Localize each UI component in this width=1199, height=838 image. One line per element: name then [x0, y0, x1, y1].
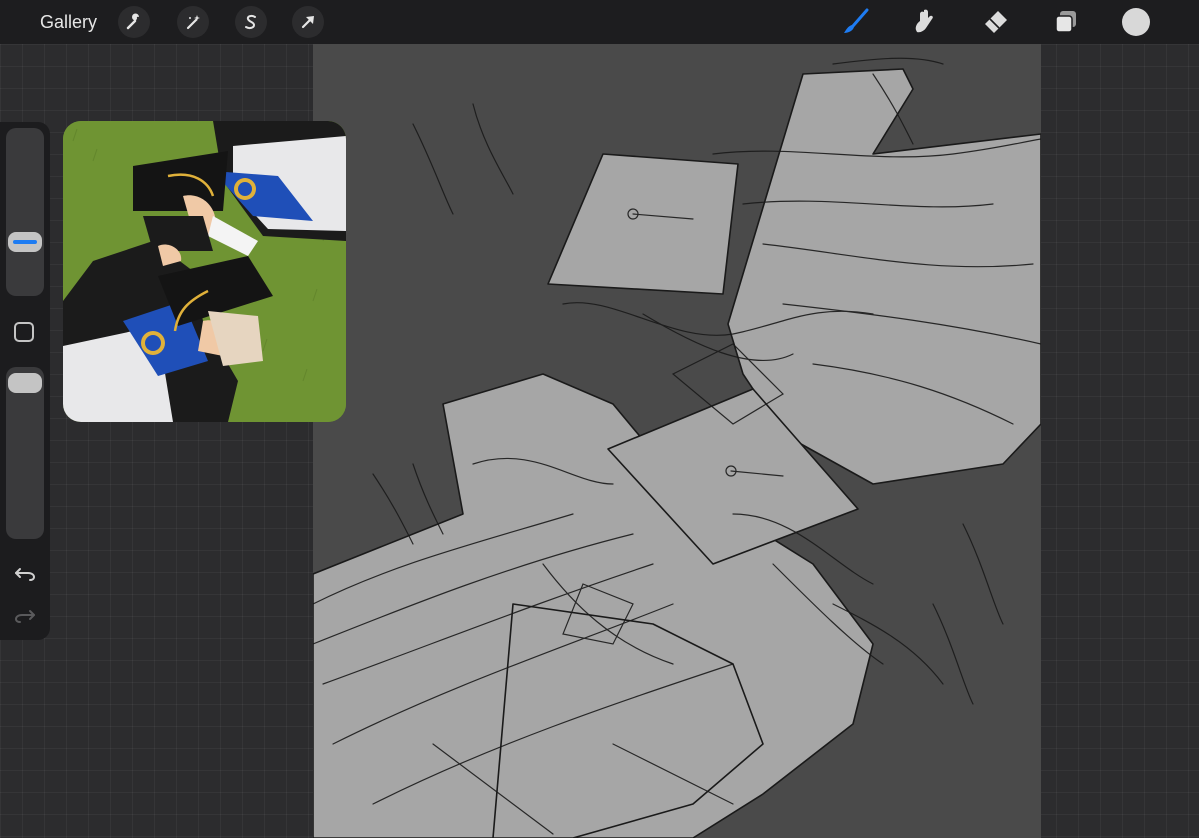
redo-icon: [14, 610, 35, 623]
magic-wand-icon: [186, 15, 200, 30]
adjustments-button[interactable]: [177, 6, 209, 38]
sketch-artwork: [313, 57, 1041, 838]
color-picker-button[interactable]: [1122, 8, 1150, 36]
eraser-icon: [985, 11, 1007, 33]
redo-button[interactable]: [12, 604, 38, 626]
top-toolbar: Gallery: [0, 0, 1199, 44]
modify-button[interactable]: [14, 322, 34, 342]
layers-button[interactable]: [1050, 6, 1082, 38]
opacity-knob[interactable]: [8, 373, 42, 394]
brush-icon: [844, 8, 869, 33]
left-sidebar: [0, 122, 50, 640]
wrench-icon: [126, 13, 140, 30]
reference-image-window[interactable]: [63, 121, 346, 422]
smudge-tool-button[interactable]: [910, 6, 942, 38]
layers-icon: [1055, 11, 1076, 33]
selection-button[interactable]: [235, 6, 267, 38]
undo-icon: [15, 568, 36, 581]
actions-button[interactable]: [118, 6, 150, 38]
undo-button[interactable]: [12, 562, 38, 584]
selection-s-icon: [245, 14, 256, 30]
gallery-button[interactable]: Gallery: [40, 11, 97, 33]
brush-size-slider[interactable]: [6, 128, 44, 296]
smudge-icon: [915, 9, 933, 33]
arrow-cursor-icon: [301, 16, 314, 29]
brush-tool-button[interactable]: [840, 6, 872, 38]
eraser-tool-button[interactable]: [980, 6, 1012, 38]
transform-button[interactable]: [292, 6, 324, 38]
brush-size-knob[interactable]: [8, 231, 42, 252]
drawing-canvas[interactable]: [313, 44, 1041, 838]
reference-photo-graduates: [63, 121, 346, 422]
brush-size-indicator: [13, 239, 37, 244]
